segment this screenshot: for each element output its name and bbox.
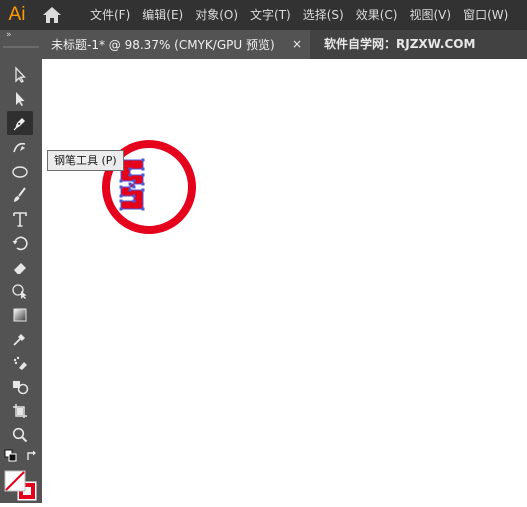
menu-file[interactable]: 文件(F) [84,0,136,30]
menu-type[interactable]: 文字(T) [244,0,297,30]
menu-bar: Ai 文件(F) 编辑(E) 对象(O) 文字(T) 选择(S) 效果(C) 视… [0,0,527,30]
zoom-tool[interactable] [7,423,33,447]
curvature-tool[interactable] [7,135,33,159]
spray-icon [13,356,27,370]
artboard-icon [13,404,27,418]
menu-effect[interactable]: 效果(C) [350,0,404,30]
pen-tool-tooltip: 钢笔工具 (P) [47,150,124,171]
paintbrush-tool[interactable] [7,183,33,207]
selection-tool[interactable] [7,63,33,87]
shape-builder-icon [12,284,27,299]
swap-colors-icon[interactable] [24,448,40,464]
fill-stroke-swatch[interactable] [4,470,38,502]
eraser-icon [13,263,26,275]
menu-view[interactable]: 视图(V) [403,0,457,30]
menu-edit[interactable]: 编辑(E) [136,0,189,30]
ellipse-tool[interactable] [7,159,33,183]
magnifier-icon [12,427,28,443]
artwork [102,140,196,234]
default-colors-glyph [4,449,17,462]
shape-builder-tool[interactable] [7,279,33,303]
tools-panel: » [0,30,42,503]
symbol-tool[interactable] [7,375,33,399]
direct-selection-tool[interactable] [7,87,33,111]
rotate-icon [12,236,28,251]
main-menu: 文件(F) 编辑(E) 对象(O) 文字(T) 选择(S) 效果(C) 视图(V… [84,0,514,30]
collapse-panel-icon[interactable]: » [6,30,11,40]
type-tool[interactable] [7,207,33,231]
document-tab-bar: 未标题-1* @ 98.37% (CMYK/GPU 预览) × 软件自学网：RJ… [42,30,527,59]
pen-icon [13,118,25,131]
eyedropper-tool[interactable] [7,327,33,351]
menu-object[interactable]: 对象(O) [189,0,244,30]
rotate-tool[interactable] [7,231,33,255]
type-t-icon [13,212,27,227]
artboard-canvas[interactable] [42,59,527,503]
app-logo: Ai [8,4,26,25]
eyedropper-icon [13,334,25,346]
curvature-icon [13,142,26,153]
tab-untitled-1[interactable]: 未标题-1* @ 98.37% (CMYK/GPU 预览) × [42,30,310,59]
blend-tool[interactable] [7,351,33,375]
symbol-icon [13,381,29,395]
eraser-tool[interactable] [7,255,33,279]
default-colors-icon[interactable] [3,448,19,464]
fill-stroke-icon [4,470,37,501]
menu-window[interactable]: 窗口(W) [457,0,514,30]
menu-select[interactable]: 选择(S) [297,0,350,30]
swap-arrow-glyph [27,450,36,460]
direct-selection-arrow-icon [16,92,25,106]
pen-tool[interactable] [7,111,33,135]
panel-grip[interactable] [3,46,39,48]
selection-arrow-icon [15,66,26,83]
gradient-tool[interactable] [7,303,33,327]
tab-title: 未标题-1* @ 98.37% (CMYK/GPU 预览) [51,38,275,52]
home-icon[interactable] [40,5,64,25]
close-icon[interactable]: × [292,30,302,59]
gradient-icon [13,308,27,322]
tab-rjzxw[interactable]: 软件自学网：RJZXW.COM [318,30,475,59]
paintbrush-icon [14,187,26,202]
ellipse-icon [12,166,28,178]
artboard-tool[interactable] [7,399,33,423]
